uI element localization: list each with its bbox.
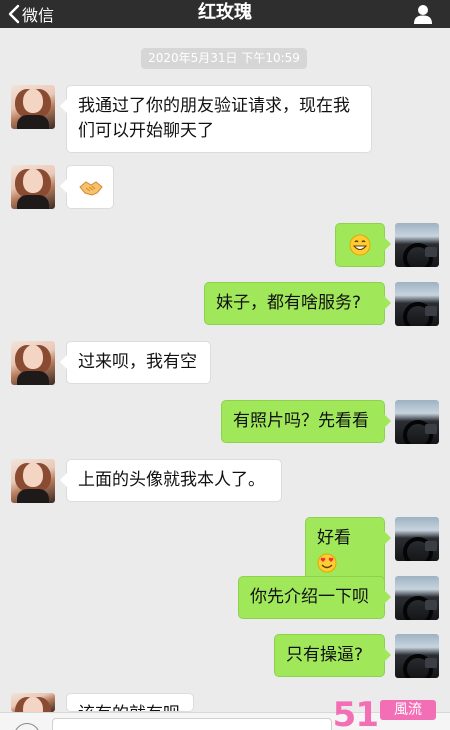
my-avatar[interactable] (395, 282, 439, 326)
message-text: 好看 (317, 528, 351, 548)
message-text: 该有的就有呗 (78, 704, 180, 711)
my-avatar[interactable] (395, 576, 439, 620)
watermark-number: 51 (332, 695, 379, 730)
sent-message-bubble[interactable]: 只有操逼? (274, 634, 391, 677)
my-avatar[interactable] (395, 223, 439, 267)
message-text: 上面的头像就我本人了。 (78, 470, 265, 490)
my-avatar[interactable] (395, 400, 439, 444)
received-message-bubble[interactable]: 该有的就有呗 (66, 693, 194, 712)
sent-message-bubble[interactable] (335, 223, 391, 267)
watermark: 51 風流 (332, 695, 436, 730)
message-input[interactable] (52, 718, 332, 730)
message-text: 只有操逼? (286, 645, 364, 665)
back-button[interactable]: 微信 (8, 0, 54, 28)
message-text: 妹子，都有啥服务? (216, 293, 362, 313)
received-message-bubble[interactable]: 过来呗，我有空 (60, 341, 211, 384)
message-timestamp: 2020年5月31日 下午10:59 (141, 48, 307, 69)
grinning-emoji (349, 234, 371, 256)
contact-avatar[interactable] (11, 693, 55, 712)
message-text: 过来呗，我有空 (78, 352, 197, 372)
chat-title: 红玫瑰 (198, 2, 252, 23)
contact-avatar[interactable] (11, 85, 55, 129)
sent-message-bubble[interactable]: 妹子，都有啥服务? (204, 282, 391, 325)
message-text: 我通过了你的朋友验证请求，现在我们可以开始聊天了 (78, 96, 350, 141)
nav-bar: 微信 红玫瑰 (0, 0, 450, 28)
message-text: 有照片吗？先看看 (233, 411, 369, 431)
sent-message-bubble[interactable]: 你先介绍一下呗 (238, 576, 391, 619)
contact-avatar[interactable] (11, 459, 55, 503)
back-label: 微信 (22, 6, 55, 25)
sent-message-bubble[interactable]: 好看 (305, 517, 391, 585)
person-icon[interactable] (412, 3, 434, 25)
received-message-bubble[interactable]: 我通过了你的朋友验证请求，现在我们可以开始聊天了 (60, 85, 372, 153)
chevron-left-icon (8, 4, 20, 24)
received-message-bubble[interactable] (60, 165, 114, 209)
watermark-tag: 風流 (380, 700, 436, 720)
heart-eyes-emoji (317, 553, 337, 573)
my-avatar[interactable] (395, 517, 439, 561)
contact-avatar[interactable] (11, 165, 55, 209)
sent-message-bubble[interactable]: 有照片吗？先看看 (221, 400, 391, 443)
my-avatar[interactable] (395, 634, 439, 678)
message-text: 你先介绍一下呗 (250, 587, 369, 607)
handshake-emoji (79, 181, 103, 196)
contact-avatar[interactable] (11, 341, 55, 385)
received-message-bubble[interactable]: 上面的头像就我本人了。 (60, 459, 282, 502)
voice-input-icon[interactable] (14, 723, 40, 730)
